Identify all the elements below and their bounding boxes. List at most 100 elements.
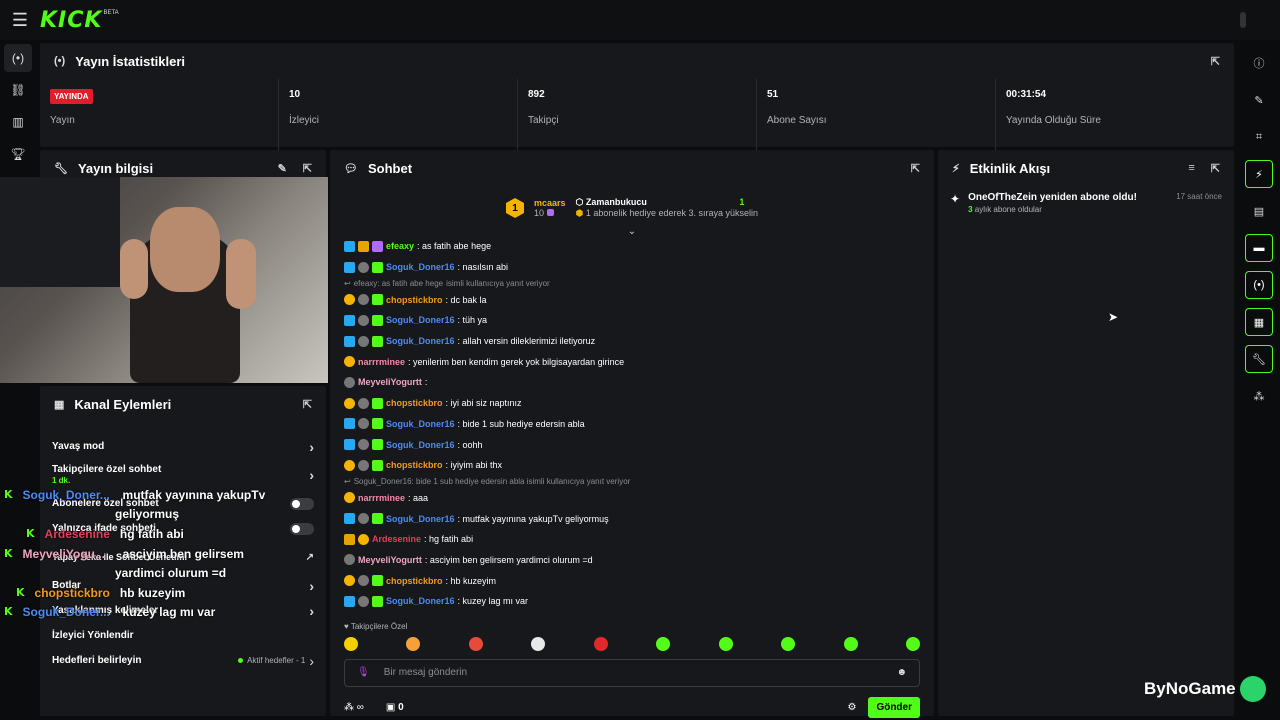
collapse-icon[interactable]: ⌄ [330, 226, 934, 237]
item-label: İzleyici Yönlendir [52, 630, 134, 641]
chat-username[interactable]: efeaxy [386, 241, 414, 251]
overlay-chat-line: yardimci olurum =d [115, 566, 226, 580]
chat-icon[interactable]: ▬ [1245, 234, 1273, 262]
info-icon[interactable]: ⓘ [1245, 49, 1273, 77]
chat-username[interactable]: Soguk_Doner16 [386, 419, 455, 429]
broadcast-icon[interactable]: (•) [1245, 271, 1273, 299]
sparkle-icon: ✦ [950, 192, 961, 206]
emoji-icon[interactable]: ☻ [896, 667, 907, 678]
menu-icon[interactable]: ☰ [0, 0, 40, 40]
shield-badge-icon [358, 261, 369, 273]
profile-icon[interactable] [1240, 12, 1246, 28]
slow-mode-item[interactable]: Yavaş mod › [52, 434, 314, 459]
emote-icon[interactable] [656, 636, 671, 651]
emote-icon[interactable] [843, 636, 858, 651]
emote-icon[interactable] [905, 636, 920, 651]
chat-username[interactable]: Soguk_Doner16 [386, 440, 455, 450]
bolt-icon[interactable]: ⚡︎ [1245, 160, 1273, 188]
chat-username[interactable]: chopstickbro [386, 576, 443, 586]
sub-badge-icon [344, 418, 355, 430]
points-icon[interactable]: ⁂ ∞ [344, 702, 364, 713]
chat-username[interactable]: Soguk_Doner16 [386, 315, 455, 325]
emote-icon[interactable] [593, 636, 608, 651]
followers-only-item[interactable]: Takipçilere özel sohbet 1 dk. › [52, 459, 314, 491]
chat-text: : allah versin dileklerimizi iletiyoruz [457, 336, 596, 347]
popout-icon[interactable]: ⇱ [303, 162, 312, 175]
chat-title: Sohbet [367, 160, 413, 176]
channel-actions-title: Kanal Eylemleri [74, 396, 172, 412]
chat-icon: 💬︎ [344, 162, 358, 175]
edit-icon[interactable]: ✎ [278, 162, 287, 175]
gifter-user[interactable]: Zamanbukucu [586, 197, 647, 207]
webcam-person-hand [226, 239, 256, 309]
chat-username[interactable]: chopstickbro [386, 295, 443, 305]
chat-username[interactable]: MeyveliYogurtt [358, 555, 422, 565]
chat-username[interactable]: MeyveliYogurtt [358, 377, 422, 387]
shield-badge-icon [344, 376, 355, 388]
wrench-icon[interactable]: 🔧︎ [1245, 345, 1273, 373]
reply-context: ↩ Soguk_Doner16: bide 1 sub hediye eders… [344, 477, 631, 487]
top-gifter-count: 10 [533, 208, 544, 218]
popout-icon[interactable]: ⇱ [303, 398, 312, 411]
trophy-icon[interactable]: 🏆︎ [4, 140, 32, 168]
goals-item[interactable]: Hedefleri belirleyin Aktif hedefler - 1 › [52, 648, 314, 673]
link-icon[interactable]: ⛓ [4, 76, 32, 104]
chat-username[interactable]: Ardesenine [372, 534, 421, 544]
stats-row: YAYINDA Yayın 10 İzleyici 892 Takipçi 51… [40, 79, 1234, 153]
chat-message: narrrminee: yenilerim ben kendim gerek y… [344, 351, 920, 372]
raid-item[interactable]: İzleyici Yönlendir [52, 623, 314, 648]
chat-username[interactable]: chopstickbro [386, 460, 443, 470]
pen-icon[interactable]: ✎ [1245, 86, 1273, 114]
send-button[interactable]: Gönder [868, 696, 920, 718]
shield-badge-icon [358, 418, 369, 430]
emote-icon[interactable] [344, 636, 358, 651]
chat-text: : hg fatih abi [424, 534, 474, 545]
popout-icon[interactable]: ⇱ [1211, 55, 1220, 68]
kick-logo[interactable]: KICK [40, 8, 102, 33]
top-gifter-user[interactable]: mcaars [534, 198, 566, 208]
emote-icon[interactable] [468, 636, 483, 651]
microphone-icon[interactable]: 🎙︎ [357, 667, 370, 678]
reply-text: efeaxy: as fatih abe hege [353, 278, 444, 288]
overlay-user: chopstickbro [34, 586, 110, 600]
chat-username[interactable]: narrrminee [358, 493, 405, 503]
chat-username[interactable]: Soguk_Doner16 [386, 596, 455, 606]
rank-badge-icon [344, 492, 355, 504]
layout-icon[interactable]: ▦ [1245, 308, 1273, 336]
toggle-switch[interactable] [290, 522, 314, 535]
emote-icon[interactable] [718, 636, 733, 651]
stat-live: YAYINDA Yayın [40, 79, 279, 153]
toggle-switch[interactable] [290, 497, 314, 510]
chat-text: : oohh [457, 439, 483, 450]
chat-username[interactable]: narrrminee [358, 357, 405, 367]
chat-username[interactable]: Soguk_Doner16 [386, 262, 455, 272]
emote-icon[interactable] [781, 636, 796, 651]
watermark-text: ByNoGame [1144, 679, 1236, 698]
gift-box-icon[interactable]: ▣ 0 [386, 702, 404, 713]
chat-username[interactable]: Soguk_Doner16 [386, 514, 455, 524]
notes-icon[interactable]: ▤ [1245, 197, 1273, 225]
pinned-gifters: 1 mcaars 10 ⬡ Zamanbukucu 1 ⬢ 1 abonelik… [330, 186, 934, 230]
emote-section-label: ♥ Takipçilere Özel [344, 621, 408, 631]
shield-badge-icon [358, 439, 369, 451]
dots-icon[interactable]: ⁂ [1245, 382, 1273, 410]
layout-icon: ▦ [54, 398, 65, 411]
emote-icon[interactable] [531, 636, 546, 651]
overlay-user: Soguk_Doner... [22, 605, 110, 619]
chat-message: Soguk_Doner16: tüh ya [344, 310, 920, 331]
chart-icon[interactable]: ▥ [4, 108, 32, 136]
filter-icon[interactable]: ≡ [1188, 162, 1194, 175]
emote-icon[interactable] [406, 636, 421, 651]
activity-item-time: 17 saat önce [1176, 192, 1222, 201]
popout-icon[interactable]: ⇱ [1211, 162, 1220, 175]
settings-icon[interactable]: ⚙︎ [847, 702, 856, 713]
chat-username[interactable]: chopstickbro [386, 398, 443, 408]
chat-username[interactable]: Soguk_Doner16 [386, 336, 455, 346]
broadcast-icon[interactable]: (•) [4, 44, 32, 72]
right-rail: ⓘ ✎ ⌗ ⚡︎ ▤ ▬ (•) ▦ 🔧︎ ⁂ [1238, 40, 1280, 720]
shield-badge-icon [358, 595, 369, 607]
chat-message: chopstickbro: hb kuzeyim [344, 570, 920, 591]
scan-icon[interactable]: ⌗ [1245, 123, 1273, 151]
popout-icon[interactable]: ⇱ [911, 162, 920, 175]
chat-input[interactable]: 🎙︎ Bir mesaj gönderin ☻ [344, 658, 920, 687]
